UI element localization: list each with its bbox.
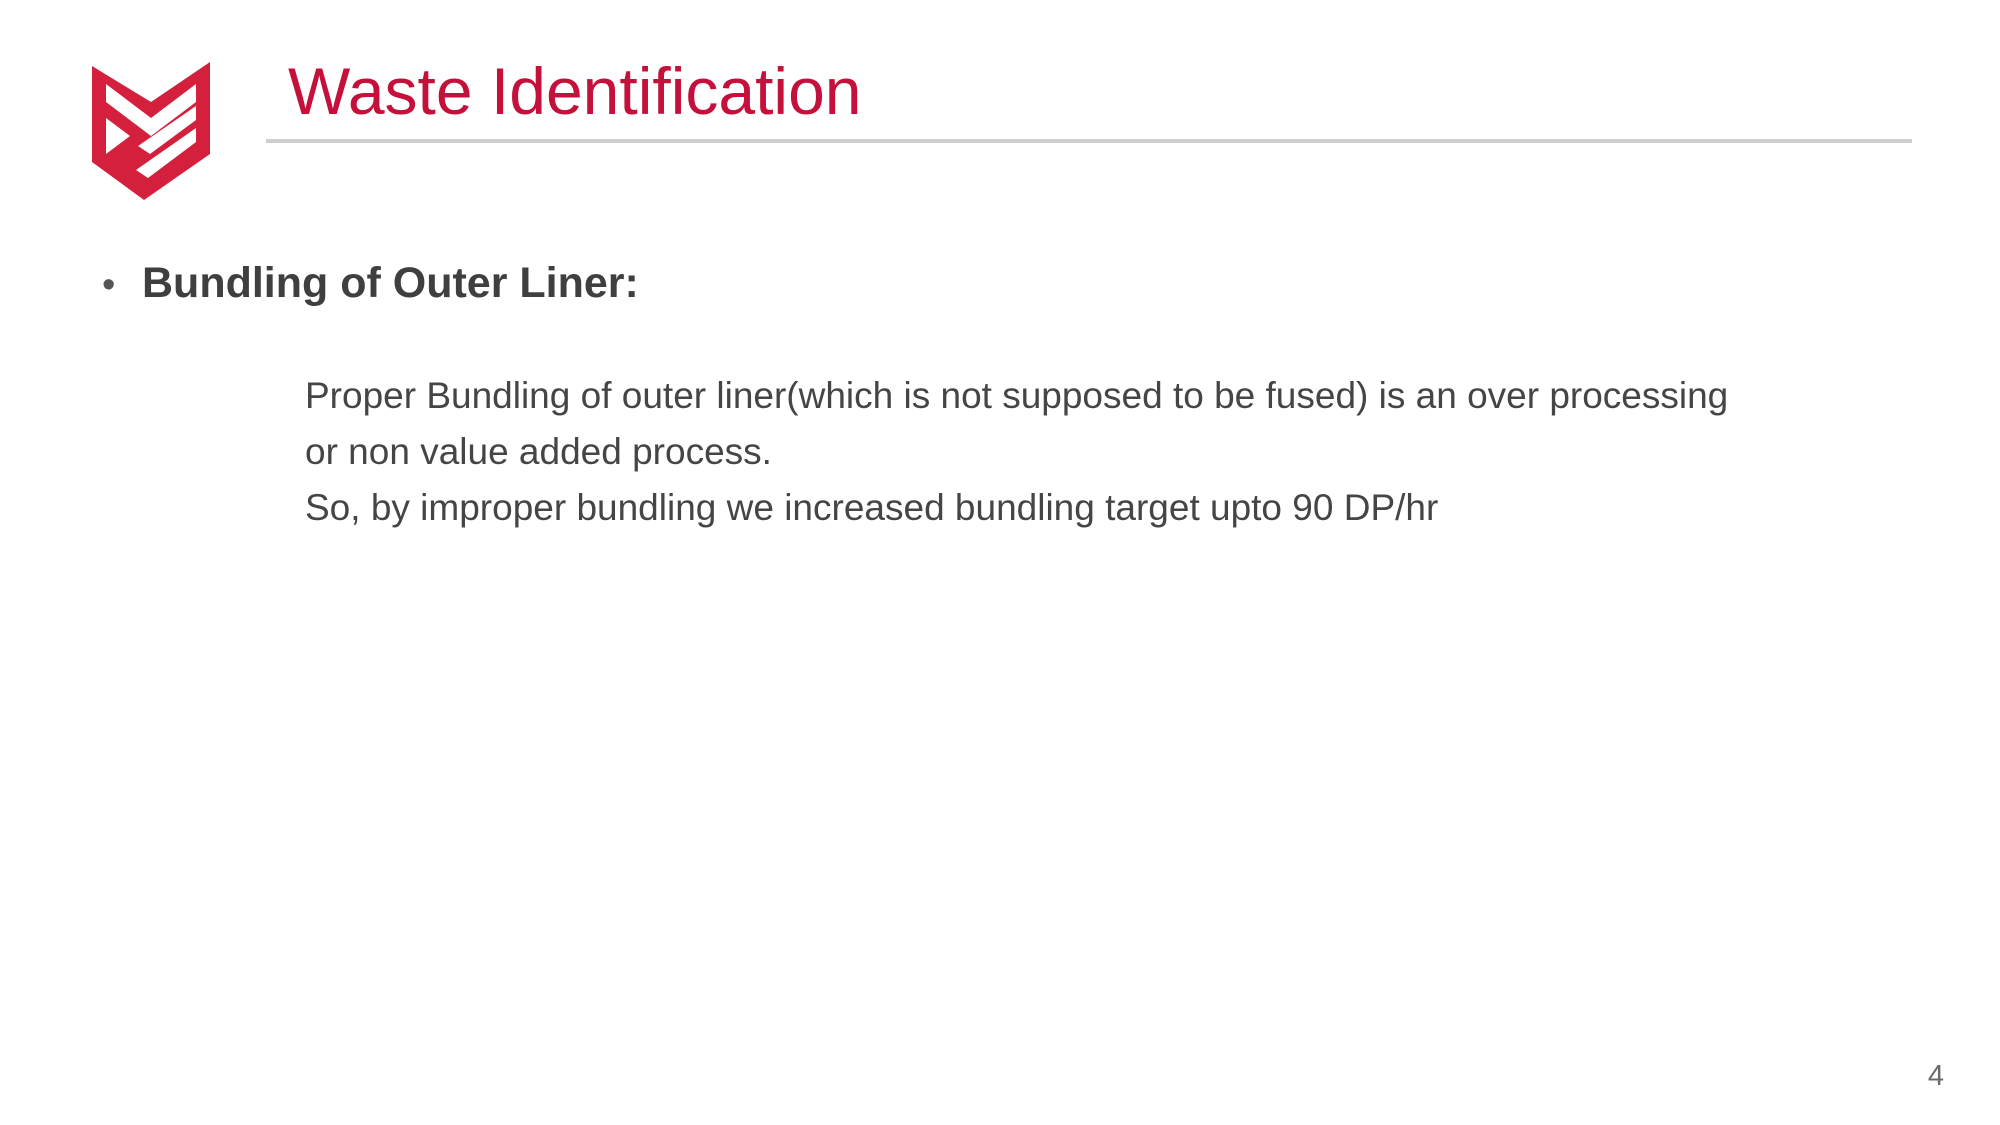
body-line: or non value added process. (305, 431, 772, 472)
bullet-heading: Bundling of Outer Liner: (142, 259, 639, 307)
bullet-item: • Bundling of Outer Liner: (102, 258, 639, 310)
slide: Waste Identification • Bundling of Outer… (0, 0, 2000, 1125)
body-paragraph: Proper Bundling of outer liner(which is … (305, 368, 1865, 536)
body-line: Proper Bundling of outer liner(which is … (305, 375, 1729, 416)
title-divider (266, 139, 1912, 143)
slide-title: Waste Identification (288, 54, 862, 128)
page-number: 4 (1927, 1060, 1944, 1092)
brand-logo-icon (92, 62, 210, 200)
bullet-marker: • (102, 264, 116, 306)
body-line: So, by improper bundling we increased bu… (305, 487, 1439, 528)
